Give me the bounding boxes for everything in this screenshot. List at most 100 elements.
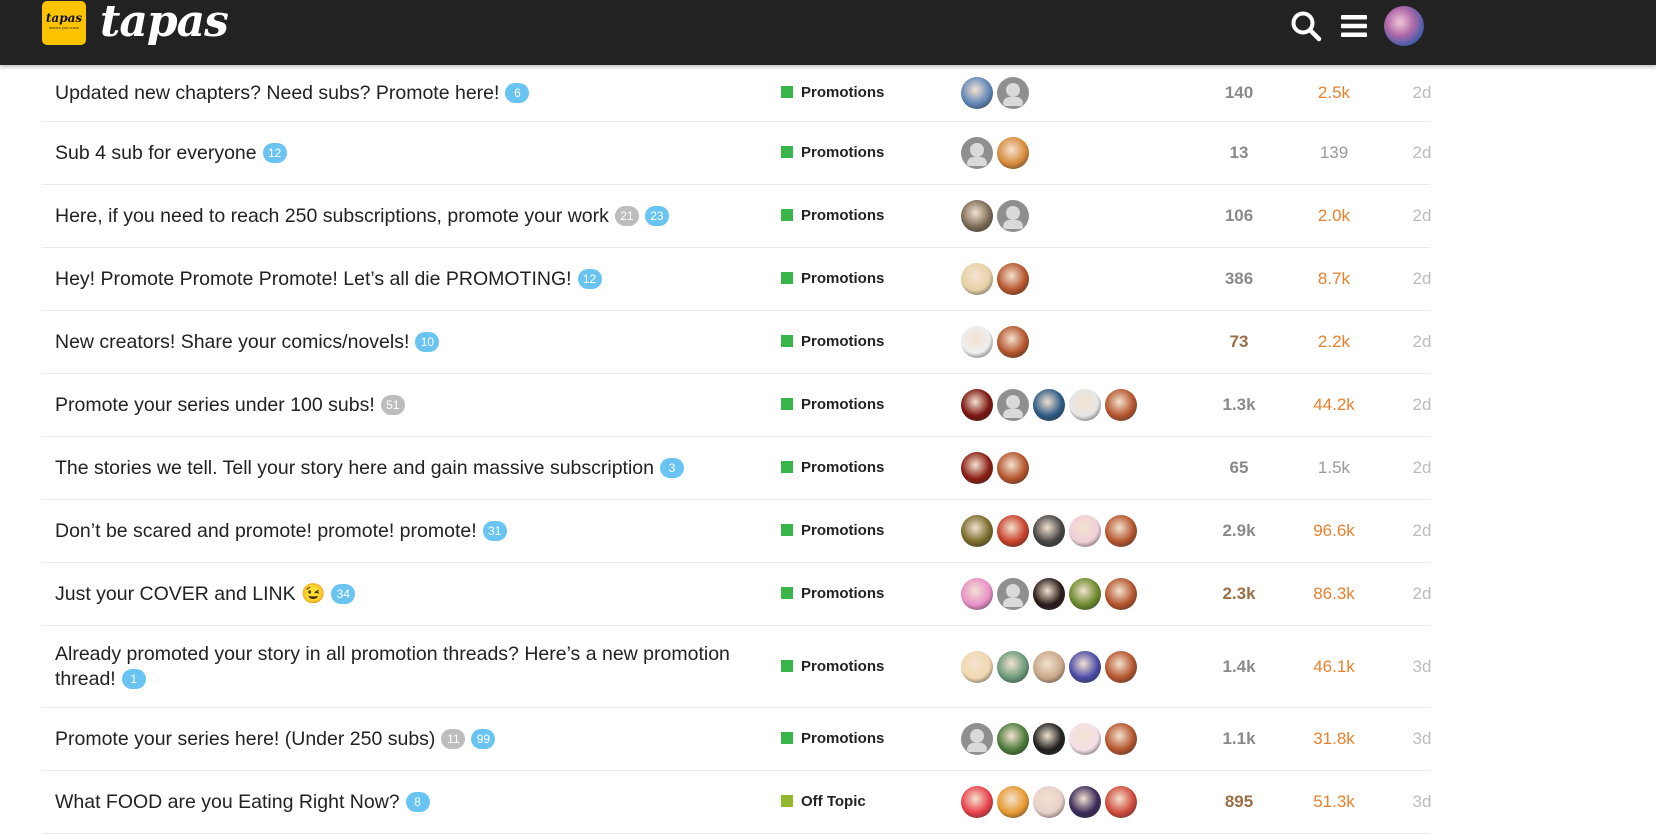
activity-age[interactable]: 3d <box>1377 729 1467 749</box>
activity-age[interactable]: 2d <box>1377 458 1467 478</box>
poster-avatar[interactable] <box>997 326 1029 358</box>
poster-avatar[interactable] <box>961 723 993 755</box>
topic-title-text[interactable]: Sub 4 sub for everyone <box>55 142 257 164</box>
topic-title[interactable]: Just your COVER and LINK 😉 34 <box>55 582 765 607</box>
topic-title[interactable]: What FOOD are you Eating Right Now? 8 <box>55 790 765 815</box>
topic-title[interactable]: Promote your series here! (Under 250 sub… <box>55 727 765 752</box>
poster-avatar[interactable] <box>1033 515 1065 547</box>
topic-title-text[interactable]: Updated new chapters? Need subs? Promote… <box>55 82 499 104</box>
new-posts-badge[interactable]: 31 <box>482 520 507 541</box>
category-link[interactable]: Promotions <box>781 729 884 749</box>
replies-count[interactable]: 1.3k <box>1192 395 1286 415</box>
user-avatar[interactable] <box>1384 6 1424 46</box>
poster-avatar[interactable] <box>1105 650 1137 683</box>
topic-title-text[interactable]: Promote your series under 100 subs! <box>55 394 375 416</box>
poster-avatar[interactable] <box>997 452 1029 484</box>
replies-count[interactable]: 1.4k <box>1192 657 1286 677</box>
poster-avatar[interactable] <box>997 515 1029 547</box>
poster-avatar[interactable] <box>961 263 993 295</box>
topic-title[interactable]: Updated new chapters? Need subs? Promote… <box>55 81 765 106</box>
new-posts-badge[interactable]: 8 <box>405 791 430 812</box>
new-posts-badge[interactable]: 3 <box>660 457 684 478</box>
replies-count[interactable]: 106 <box>1192 206 1286 226</box>
unread-count-badge[interactable]: 21 <box>614 205 639 226</box>
poster-avatar[interactable] <box>1105 389 1137 421</box>
category-link[interactable]: Promotions <box>781 657 884 677</box>
poster-avatar[interactable] <box>1105 578 1137 610</box>
category-link[interactable]: Promotions <box>781 83 884 103</box>
topic-title-text[interactable]: Already promoted your story in all promo… <box>55 643 730 690</box>
poster-avatar[interactable] <box>1033 389 1065 421</box>
replies-count[interactable]: 895 <box>1192 792 1286 812</box>
new-posts-badge[interactable]: 1 <box>121 668 146 689</box>
activity-age[interactable]: 2d <box>1377 269 1467 289</box>
topic-title-text[interactable]: Promote your series here! (Under 250 sub… <box>55 728 435 750</box>
topic-title[interactable]: The stories we tell. Tell your story her… <box>55 456 765 481</box>
topic-row[interactable]: New creators! Share your comics/novels! 1… <box>42 311 1431 374</box>
topic-row[interactable]: Sub 4 sub for everyone 12 Promotions 13 139 2… <box>42 122 1431 185</box>
poster-avatar[interactable] <box>961 137 993 169</box>
topic-row[interactable]: Already promoted your story in all promo… <box>42 626 1431 708</box>
search-icon[interactable] <box>1290 10 1322 42</box>
replies-count[interactable]: 13 <box>1192 143 1286 163</box>
poster-avatar[interactable] <box>1105 723 1137 755</box>
activity-age[interactable]: 3d <box>1377 657 1467 677</box>
topic-title-text[interactable]: Here, if you need to reach 250 subscript… <box>55 205 609 227</box>
poster-avatar[interactable] <box>961 77 993 109</box>
poster-avatar[interactable] <box>997 578 1029 610</box>
poster-avatar[interactable] <box>1033 578 1065 610</box>
poster-avatar[interactable] <box>1069 578 1101 610</box>
topic-title[interactable]: Hey! Promote Promote Promote! Let’s all … <box>55 267 765 292</box>
replies-count[interactable]: 2.3k <box>1192 584 1286 604</box>
poster-avatar[interactable] <box>997 137 1029 169</box>
topic-row[interactable]: Updated new chapters? Need subs? Promote… <box>42 65 1431 122</box>
poster-avatar[interactable] <box>1105 515 1137 547</box>
poster-avatar[interactable] <box>961 200 993 232</box>
topic-title[interactable]: Promote your series under 100 subs! 51 <box>55 393 765 418</box>
unread-count-badge[interactable]: 51 <box>380 394 405 415</box>
new-posts-badge[interactable]: 12 <box>577 268 602 289</box>
tapas-logo-badge[interactable]: tapas stories you crave <box>42 1 86 45</box>
topic-title-text[interactable]: Just your COVER and LINK 😉 <box>55 583 325 605</box>
poster-avatar[interactable] <box>961 515 993 547</box>
poster-avatar[interactable] <box>997 77 1029 109</box>
category-link[interactable]: Promotions <box>781 332 884 352</box>
poster-avatar[interactable] <box>961 650 993 683</box>
replies-count[interactable]: 65 <box>1192 458 1286 478</box>
topic-title[interactable]: Don’t be scared and promote! promote! pr… <box>55 519 765 544</box>
activity-age[interactable]: 2d <box>1377 143 1467 163</box>
category-link[interactable]: Promotions <box>781 395 884 415</box>
poster-avatar[interactable] <box>1105 786 1137 818</box>
activity-age[interactable]: 2d <box>1377 332 1467 352</box>
poster-avatar[interactable] <box>997 200 1029 232</box>
category-link[interactable]: Off Topic <box>781 792 866 812</box>
poster-avatar[interactable] <box>961 452 993 484</box>
activity-age[interactable]: 2d <box>1377 206 1467 226</box>
topic-title-text[interactable]: New creators! Share your comics/novels! <box>55 331 409 353</box>
replies-count[interactable]: 386 <box>1192 269 1286 289</box>
poster-avatar[interactable] <box>997 650 1029 683</box>
replies-count[interactable]: 140 <box>1192 83 1286 103</box>
topic-row[interactable]: Promote your series here! (Under 250 sub… <box>42 708 1431 771</box>
poster-avatar[interactable] <box>997 786 1029 818</box>
poster-avatar[interactable] <box>1033 786 1065 818</box>
poster-avatar[interactable] <box>961 578 993 610</box>
topic-row[interactable]: The stories we tell. Tell your story her… <box>42 437 1431 500</box>
hamburger-menu-icon[interactable] <box>1338 10 1370 42</box>
poster-avatar[interactable] <box>961 326 993 358</box>
topic-row[interactable]: Here, if you need to reach 250 subscript… <box>42 185 1431 248</box>
category-link[interactable]: Promotions <box>781 206 884 226</box>
category-link[interactable]: Promotions <box>781 584 884 604</box>
poster-avatar[interactable] <box>961 389 993 421</box>
poster-avatar[interactable] <box>1069 515 1101 547</box>
topic-title-text[interactable]: The stories we tell. Tell your story her… <box>55 457 654 479</box>
topic-title[interactable]: Sub 4 sub for everyone 12 <box>55 141 765 166</box>
poster-avatar[interactable] <box>1069 786 1101 818</box>
activity-age[interactable]: 2d <box>1377 395 1467 415</box>
topic-row[interactable]: Hey! Promote Promote Promote! Let’s all … <box>42 248 1431 311</box>
new-posts-badge[interactable]: 34 <box>331 583 356 604</box>
poster-avatar[interactable] <box>961 786 993 818</box>
poster-avatar[interactable] <box>997 723 1029 755</box>
topic-row[interactable]: Promote your series under 100 subs! 51 Pro… <box>42 374 1431 437</box>
activity-age[interactable]: 3d <box>1377 792 1467 812</box>
